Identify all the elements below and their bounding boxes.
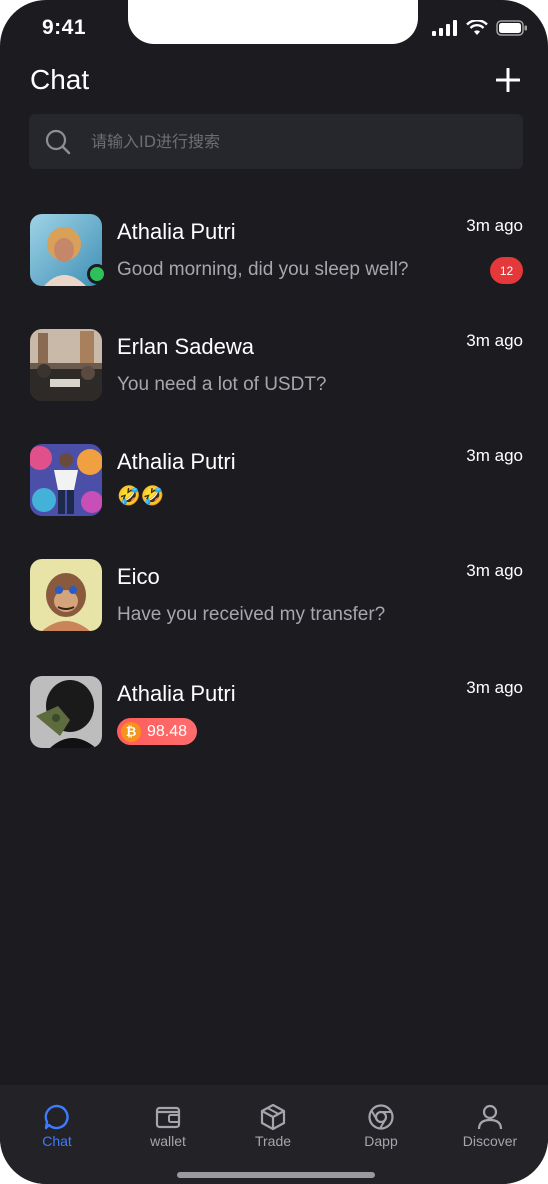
tab-label: Trade (254, 1133, 292, 1149)
tab-trade[interactable]: Trade (228, 1103, 318, 1149)
bitcoin-icon: ₿ (121, 721, 141, 742)
contact-name: Eico (117, 564, 160, 589)
message-time: 3m ago (466, 561, 523, 580)
message-time: 3m ago (466, 678, 523, 697)
message-time: 3m ago (466, 216, 523, 235)
wifi-icon (466, 20, 488, 35)
battery-icon (496, 20, 527, 36)
last-message: Good morning, did you sleep well? (117, 259, 409, 280)
tab-dapp[interactable]: Dapp (336, 1103, 426, 1149)
chat-list-item[interactable]: Eico Have you received my transfer? 3m a… (30, 559, 523, 645)
bottom-tab-bar: Chat wallet Trade Dapp Discover (0, 1085, 548, 1184)
last-message-emoji: 🤣🤣 (117, 486, 165, 507)
chat-list-item[interactable]: Athalia Putri Good morning, did you slee… (30, 214, 523, 300)
cellular-signal-icon (432, 20, 457, 36)
search-input[interactable] (91, 132, 471, 151)
unread-badge: 12 (490, 257, 523, 284)
status-time: 9:41 (42, 16, 87, 39)
tab-label: Dapp (364, 1133, 398, 1149)
avatar (30, 676, 102, 748)
wallet-icon (155, 1106, 181, 1129)
avatar (30, 329, 102, 401)
status-icons (432, 20, 528, 36)
avatar (30, 559, 102, 631)
contact-name: Athalia Putri (117, 449, 236, 474)
user-icon (477, 1104, 503, 1130)
browser-icon (368, 1104, 394, 1130)
page-title: Chat (30, 64, 90, 95)
transfer-amount: 98.48 (147, 722, 188, 740)
search-icon (45, 129, 71, 154)
tab-chat[interactable]: Chat (12, 1103, 102, 1149)
last-message: Have you received my transfer? (117, 604, 386, 625)
home-indicator[interactable] (177, 1172, 375, 1178)
cube-icon (260, 1103, 286, 1131)
message-time: 3m ago (466, 446, 523, 465)
contact-name: Athalia Putri (117, 219, 236, 244)
add-icon[interactable] (496, 68, 520, 92)
message-time: 3m ago (466, 331, 523, 350)
online-status-dot (87, 264, 107, 284)
tab-label: wallet (150, 1133, 186, 1149)
chat-list-item[interactable]: Athalia Putri ₿ 98.48 3m ago (30, 676, 523, 762)
chat-list-item[interactable]: Athalia Putri 🤣🤣 3m ago (30, 444, 523, 530)
transfer-amount-pill: ₿ 98.48 (117, 718, 198, 745)
chat-list-item[interactable]: Erlan Sadewa You need a lot of USDT? 3m … (30, 329, 523, 415)
contact-name: Erlan Sadewa (117, 334, 254, 359)
phone-screen: 9:41 Chat 请输入ID进行搜索 Athalia Putri Good m… (0, 0, 548, 1184)
chat-bubble-icon (44, 1104, 69, 1130)
tab-discover[interactable]: Discover (445, 1103, 535, 1149)
search-bar[interactable] (29, 114, 523, 169)
notch (128, 0, 418, 44)
avatar (30, 444, 102, 516)
tab-label: Chat (42, 1133, 72, 1149)
contact-name: Athalia Putri (117, 681, 236, 706)
tab-label: Discover (462, 1133, 518, 1149)
last-message: You need a lot of USDT? (117, 374, 327, 395)
tab-wallet[interactable]: wallet (123, 1103, 213, 1149)
